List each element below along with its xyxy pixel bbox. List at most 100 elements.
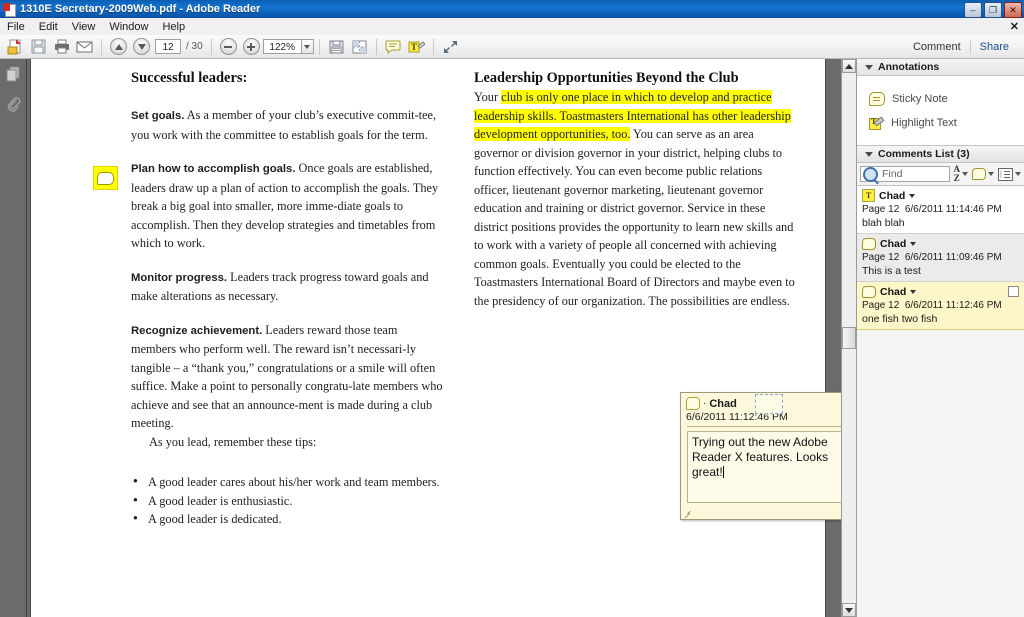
sticky-note-popup[interactable]: · Chad 6/6/2011 11:12:46 PM Trying out t… bbox=[680, 392, 841, 520]
find-input[interactable]: Find bbox=[860, 166, 950, 182]
text-caret bbox=[722, 466, 724, 478]
scroll-up-arrow[interactable] bbox=[842, 59, 856, 73]
popup-header[interactable]: · Chad bbox=[681, 393, 841, 414]
close-button[interactable]: ✕ bbox=[1004, 2, 1022, 18]
scroll-down-arrow[interactable] bbox=[842, 603, 856, 617]
comments-list-header[interactable]: Comments List (3) bbox=[857, 146, 1024, 163]
paragraph-lead: Plan how to accomplish goals. bbox=[131, 163, 296, 175]
comments-list: T Chad Page 12 6/6/2011 11:14:46 PM blah… bbox=[857, 186, 1024, 330]
comment-header: Chad bbox=[862, 285, 1020, 298]
list-item: A good leader cares about his/her work a… bbox=[131, 472, 443, 492]
zoom-out-button[interactable] bbox=[218, 37, 239, 57]
search-icon bbox=[863, 166, 878, 182]
save-icon[interactable] bbox=[28, 37, 49, 57]
text-before-highlight: Your bbox=[474, 90, 502, 104]
tool-label: Highlight Text bbox=[891, 117, 957, 129]
comment-pane-button[interactable]: Comment bbox=[904, 38, 970, 56]
comments-options-button[interactable] bbox=[998, 167, 1021, 181]
main-toolbar: 12 / 30 122% T Comment Share bbox=[0, 35, 1024, 59]
highlight-text-icon[interactable]: T bbox=[406, 37, 427, 57]
comment-list-item[interactable]: T Chad Page 12 6/6/2011 11:14:46 PM blah… bbox=[857, 186, 1024, 234]
comment-date: 6/6/2011 11:09:46 PM bbox=[904, 252, 1002, 263]
popup-resize-grip-left[interactable] bbox=[684, 509, 692, 519]
comment-list-item-selected[interactable]: Chad Page 12 6/6/2011 11:12:46 PM one fi… bbox=[857, 282, 1024, 330]
chevron-down-icon[interactable] bbox=[910, 241, 917, 246]
filter-comments-button[interactable] bbox=[972, 168, 994, 180]
comment-meta: Page 12 6/6/2011 11:09:46 PM bbox=[862, 252, 1020, 263]
chevron-down-icon[interactable] bbox=[910, 289, 917, 294]
section-heading-right: Leadership Opportunities Beyond the Club bbox=[474, 70, 739, 86]
page-display-icon[interactable] bbox=[349, 37, 370, 57]
highlight-text-icon: T bbox=[869, 116, 885, 130]
menu-file[interactable]: File bbox=[0, 20, 32, 34]
document-viewport[interactable]: Successful leaders: Set goals. As a memb… bbox=[27, 59, 841, 617]
sticky-note-marker-icon[interactable] bbox=[93, 166, 118, 190]
popup-text-area[interactable]: Trying out the new Adobe Reader X featur… bbox=[687, 431, 841, 503]
sticky-note-icon[interactable] bbox=[383, 37, 404, 57]
triangle-down-icon bbox=[865, 64, 873, 70]
paragraph-monitor-progress: Monitor progress. Leaders track progress… bbox=[131, 268, 443, 306]
comment-page: Page 12 bbox=[862, 204, 900, 215]
paragraph-set-goals: Set goals. As a member of your club’s ex… bbox=[131, 106, 443, 144]
comment-date: 6/6/2011 11:14:46 PM bbox=[904, 204, 1002, 215]
open-file-icon[interactable] bbox=[5, 37, 26, 57]
share-pane-button[interactable]: Share bbox=[971, 38, 1018, 56]
sticky-note-icon bbox=[862, 237, 876, 250]
annotation-tool-highlight-text[interactable]: T Highlight Text bbox=[857, 111, 1024, 135]
window-controls: – ❐ ✕ bbox=[964, 2, 1022, 18]
comment-meta: Page 12 6/6/2011 11:14:46 PM bbox=[862, 204, 1020, 215]
comment-date: 6/6/2011 11:12:46 PM bbox=[904, 300, 1002, 311]
page-number-input[interactable]: 12 bbox=[155, 39, 181, 54]
menu-edit[interactable]: Edit bbox=[32, 20, 65, 34]
sort-az-icon: AZ bbox=[953, 164, 961, 183]
tips-bullet-list: A good leader cares about his/her work a… bbox=[131, 472, 443, 529]
adobe-reader-window: 1310E Secretary-2009Web.pdf - Adobe Read… bbox=[0, 0, 1024, 617]
next-page-button[interactable] bbox=[131, 37, 152, 57]
minimize-button[interactable]: – bbox=[964, 2, 982, 18]
menu-help[interactable]: Help bbox=[155, 20, 192, 34]
sort-comments-button[interactable]: AZ bbox=[953, 164, 968, 183]
snapshot-icon[interactable] bbox=[326, 37, 347, 57]
scrollbar-thumb[interactable] bbox=[842, 327, 856, 349]
zoom-in-button[interactable] bbox=[241, 37, 262, 57]
comment-page: Page 12 bbox=[862, 300, 900, 311]
comment-checkbox[interactable] bbox=[1008, 286, 1019, 297]
plus-icon bbox=[242, 38, 260, 55]
comments-list-title: Comments List (3) bbox=[878, 148, 970, 160]
tool-label: Sticky Note bbox=[892, 93, 948, 105]
chevron-down-icon[interactable] bbox=[909, 193, 916, 198]
comment-header: T Chad bbox=[862, 189, 1020, 202]
sticky-note-icon bbox=[869, 92, 885, 106]
popup-text: Trying out the new Adobe Reader X featur… bbox=[692, 435, 829, 479]
list-item: A good leader is dedicated. bbox=[131, 509, 443, 529]
window-title: 1310E Secretary-2009Web.pdf - Adobe Read… bbox=[20, 3, 261, 15]
paperclip-icon[interactable] bbox=[0, 89, 26, 119]
annotations-tool-list: Sticky Note T Highlight Text bbox=[857, 76, 1024, 146]
annotation-tool-sticky-note[interactable]: Sticky Note bbox=[857, 87, 1024, 111]
toolbar-right-group: Comment Share bbox=[904, 35, 1018, 59]
document-scrollbar[interactable] bbox=[841, 59, 856, 617]
list-item: A good leader is enthusiastic. bbox=[131, 491, 443, 511]
previous-page-button[interactable] bbox=[108, 37, 129, 57]
close-document-button[interactable]: ✕ bbox=[1010, 20, 1019, 33]
pdf-page: Successful leaders: Set goals. As a memb… bbox=[31, 59, 825, 617]
menu-window[interactable]: Window bbox=[102, 20, 155, 34]
toolbar-separator bbox=[318, 38, 320, 55]
tips-intro: As you lead, remember these tips: bbox=[149, 434, 317, 449]
zoom-level-input[interactable]: 122% bbox=[262, 39, 301, 54]
comment-page: Page 12 bbox=[862, 252, 900, 263]
comment-list-item[interactable]: Chad Page 12 6/6/2011 11:09:46 PM This i… bbox=[857, 234, 1024, 282]
print-icon[interactable] bbox=[51, 37, 72, 57]
email-icon[interactable] bbox=[74, 37, 95, 57]
paragraph-leadership-opportunities: Your club is only one place in which to … bbox=[474, 88, 796, 310]
zoom-dropdown-button[interactable] bbox=[300, 39, 314, 54]
fullscreen-icon[interactable] bbox=[440, 37, 461, 57]
menu-view[interactable]: View bbox=[65, 20, 103, 34]
maximize-button[interactable]: ❐ bbox=[984, 2, 1002, 18]
comment-filter-icon bbox=[972, 168, 986, 180]
annotations-panel-header[interactable]: Annotations bbox=[857, 59, 1024, 76]
options-list-icon bbox=[998, 167, 1013, 181]
page-thumbnails-icon[interactable] bbox=[0, 59, 26, 89]
title-bar: 1310E Secretary-2009Web.pdf - Adobe Read… bbox=[0, 0, 1024, 18]
popup-selection-box[interactable] bbox=[755, 394, 783, 414]
